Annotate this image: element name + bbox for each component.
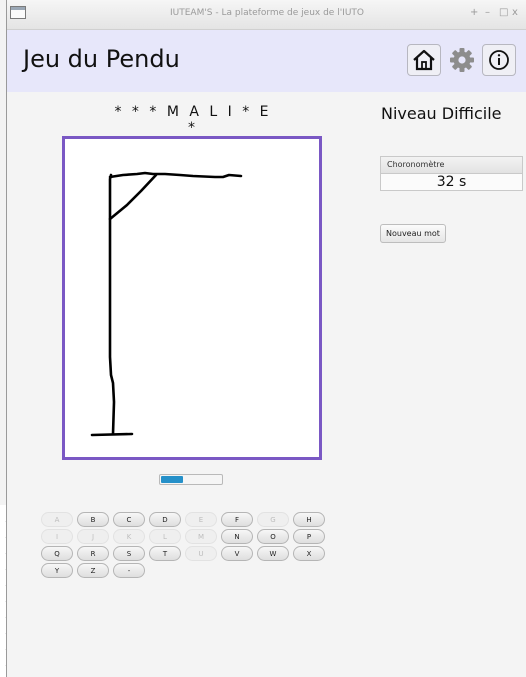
letter-key-w[interactable]: W (257, 546, 289, 561)
window-close-button[interactable]: x (512, 7, 518, 18)
progress-bar-fill (161, 476, 183, 483)
letter-key-l: L (149, 529, 181, 544)
window-maximize-button[interactable]: □ (499, 7, 508, 18)
letter-key-o[interactable]: O (257, 529, 289, 544)
letter-key-f[interactable]: F (221, 512, 253, 527)
window-minimize-button[interactable]: – (485, 7, 490, 18)
letter-key-t[interactable]: T (149, 546, 181, 561)
letter-key-y[interactable]: Y (41, 563, 73, 578)
gallows-illustration (90, 171, 243, 437)
timer-label: Choronomètre (381, 157, 522, 174)
letter-key-hyphen[interactable]: - (113, 563, 145, 578)
letter-key-x[interactable]: X (293, 546, 325, 561)
letter-key-s[interactable]: S (113, 546, 145, 561)
letter-key-k: K (113, 529, 145, 544)
letter-key-p[interactable]: P (293, 529, 325, 544)
letter-key-d[interactable]: D (149, 512, 181, 527)
hangman-drawing (62, 136, 322, 460)
letter-key-r[interactable]: R (77, 546, 109, 561)
letter-key-e: E (185, 512, 217, 527)
letter-key-m: M (185, 529, 217, 544)
letter-key-i: I (41, 529, 73, 544)
new-word-button[interactable]: Nouveau mot (380, 224, 446, 243)
letter-key-g: G (257, 512, 289, 527)
hidden-word: * * * M A L I * E * (114, 104, 272, 136)
letter-key-v[interactable]: V (221, 546, 253, 561)
settings-button[interactable] (445, 44, 479, 76)
home-button[interactable] (407, 44, 441, 76)
timer-value: 32 s (436, 174, 467, 190)
difficulty-level: Niveau Difficile (381, 104, 502, 123)
letter-key-z[interactable]: Z (77, 563, 109, 578)
letter-key-a: A (41, 512, 73, 527)
app-header: Jeu du Pendu (7, 30, 526, 92)
letter-key-u: U (185, 546, 217, 561)
window-title: IUTEAM'S - La plateforme de jeux de l'IU… (169, 8, 365, 18)
letter-key-h[interactable]: H (293, 512, 325, 527)
window-extra-button[interactable]: + (470, 7, 478, 18)
page-title: Jeu du Pendu (23, 45, 180, 73)
timer-panel: Choronomètre 32 s (380, 156, 523, 191)
letter-key-q[interactable]: Q (41, 546, 73, 561)
gear-icon (450, 48, 474, 72)
letter-key-c[interactable]: C (113, 512, 145, 527)
progress-bar (159, 474, 223, 485)
home-icon (413, 49, 435, 71)
title-bar[interactable]: IUTEAM'S - La plateforme de jeux de l'IU… (7, 0, 526, 30)
info-button[interactable] (482, 44, 516, 76)
info-icon (489, 50, 509, 70)
letter-key-n[interactable]: N (221, 529, 253, 544)
app-window: IUTEAM'S - La plateforme de jeux de l'IU… (6, 0, 526, 677)
letter-key-b[interactable]: B (77, 512, 109, 527)
letter-key-j: J (77, 529, 109, 544)
